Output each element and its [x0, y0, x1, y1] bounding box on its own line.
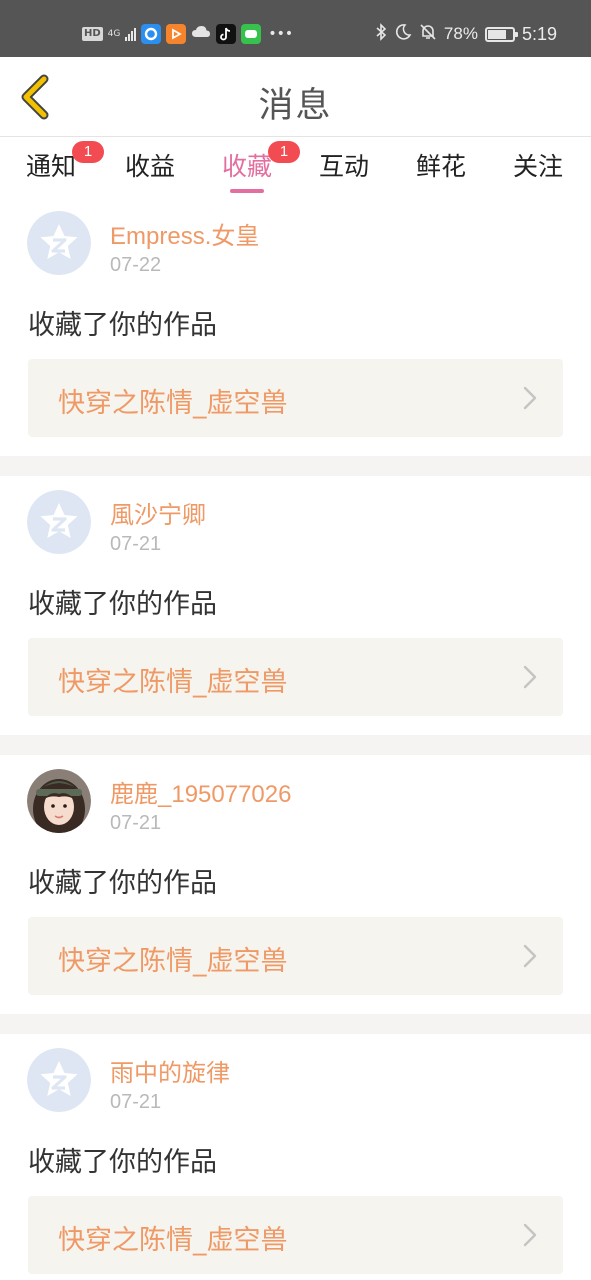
work-title: 快穿之陈情_虚空兽	[58, 667, 288, 698]
battery-percent: 78%	[443, 24, 478, 43]
work-link[interactable]: 快穿之陈情_虚空兽	[28, 1196, 563, 1274]
tab-flowers[interactable]: 鲜花	[412, 147, 470, 191]
message-item: 雨中的旋律 07-21 收藏了你的作品 快穿之陈情_虚空兽	[0, 1034, 591, 1280]
tab-bar: 通知 1 收益 收藏 1 互动 鲜花 关注	[0, 137, 591, 197]
app-icon	[141, 24, 162, 44]
work-title: 快穿之陈情_虚空兽	[58, 388, 288, 419]
chevron-right-icon	[523, 386, 537, 410]
chevron-right-icon	[523, 665, 537, 689]
default-avatar-icon[interactable]	[27, 1048, 91, 1112]
message-date: 07-21	[110, 1091, 162, 1113]
message-action-text: 收藏了你的作品	[28, 1147, 217, 1178]
work-link[interactable]: 快穿之陈情_虚空兽	[28, 638, 563, 716]
username[interactable]: 雨中的旋律	[110, 1053, 230, 1088]
active-tab-indicator	[230, 189, 264, 193]
message-list: Empress.女皇 07-22 收藏了你的作品 快穿之陈情_虚空兽 風沙宁卿 …	[0, 197, 591, 1280]
unread-badge: 1	[268, 141, 300, 163]
message-date: 07-22	[110, 254, 162, 276]
chevron-right-icon	[523, 944, 537, 968]
page-title: 消息	[258, 86, 333, 126]
moon-icon	[394, 23, 412, 45]
cloud-icon	[191, 24, 211, 44]
tab-label: 鲜花	[415, 152, 466, 181]
message-action-text: 收藏了你的作品	[28, 589, 217, 620]
chevron-right-icon	[523, 1223, 537, 1247]
bell-off-icon	[419, 23, 437, 45]
message-item: Empress.女皇 07-22 收藏了你的作品 快穿之陈情_虚空兽	[0, 197, 591, 456]
work-title: 快穿之陈情_虚空兽	[58, 946, 288, 977]
battery-icon	[484, 26, 518, 42]
network-type-label: 4G	[107, 29, 121, 39]
tab-favorites[interactable]: 收藏 1	[218, 141, 300, 193]
tab-earnings[interactable]: 收益	[121, 147, 179, 191]
username[interactable]: 風沙宁卿	[110, 495, 206, 530]
tiktok-icon	[216, 24, 237, 44]
message-item: 鹿鹿_195077026 07-21 收藏了你的作品 快穿之陈情_虚空兽	[0, 755, 591, 1014]
divider	[0, 1014, 591, 1034]
username[interactable]: Empress.女皇	[110, 216, 259, 251]
message-action-text: 收藏了你的作品	[28, 310, 217, 341]
user-photo-avatar[interactable]	[27, 769, 91, 833]
tab-label: 关注	[512, 152, 563, 181]
default-avatar-icon[interactable]	[27, 211, 91, 275]
message-action-text: 收藏了你的作品	[28, 868, 217, 899]
tab-notifications[interactable]: 通知 1	[22, 141, 104, 191]
status-bar-right: 78% 5:19	[375, 22, 557, 46]
message-date: 07-21	[110, 812, 162, 834]
clock: 5:19	[521, 23, 557, 44]
default-avatar-icon[interactable]	[27, 490, 91, 554]
unread-badge: 1	[72, 141, 104, 163]
work-link[interactable]: 快穿之陈情_虚空兽	[28, 917, 563, 995]
video-app-icon	[166, 24, 187, 44]
signal-icon	[125, 27, 137, 41]
username[interactable]: 鹿鹿_195077026	[110, 774, 291, 809]
work-link[interactable]: 快穿之陈情_虚空兽	[28, 359, 563, 437]
status-bar: HD 4G ••• 78% 5:19	[0, 0, 591, 57]
bluetooth-icon	[375, 23, 387, 45]
game-app-icon	[241, 24, 262, 44]
message-item: 風沙宁卿 07-21 收藏了你的作品 快穿之陈情_虚空兽	[0, 476, 591, 735]
status-bar-left: HD 4G •••	[82, 22, 293, 46]
tab-interactions[interactable]: 互动	[315, 147, 373, 191]
hd-icon: HD	[82, 27, 103, 41]
divider	[0, 735, 591, 755]
battery-fill	[487, 29, 507, 39]
message-date: 07-21	[110, 533, 162, 555]
divider	[0, 456, 591, 476]
work-title: 快穿之陈情_虚空兽	[58, 1225, 288, 1256]
more-icon: •••	[268, 26, 294, 42]
tab-label: 收益	[124, 152, 175, 181]
header: 消息	[0, 57, 591, 137]
tab-follows[interactable]: 关注	[509, 147, 567, 191]
tab-label: 互动	[318, 152, 369, 181]
